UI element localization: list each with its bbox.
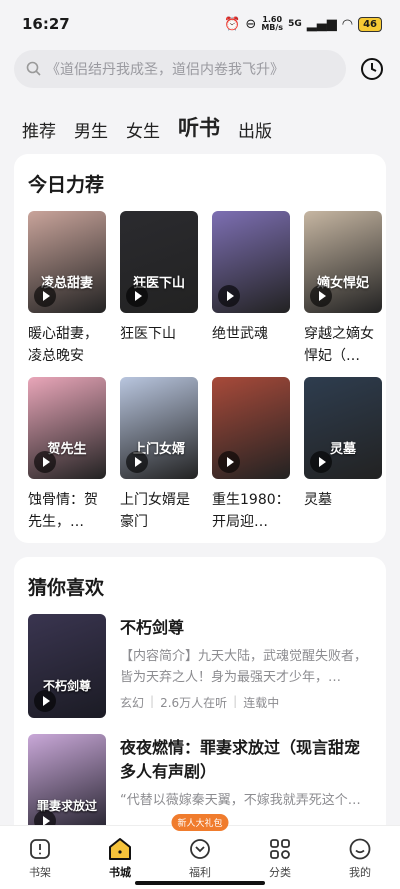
rec-genre: 玄幻 [120,696,145,710]
tab-male[interactable]: 男生 [74,117,108,142]
home-indicator [135,881,265,885]
nav-bookshelf[interactable]: 书架 [10,836,70,880]
rec-status: 连载中 [243,696,280,710]
today-recommend-card: 今日力荐 凌总甜妻 暖心甜妻，凌总晚安 狂医下山 狂医下山 绝世武魂 嫡女悍妃 穿越之嫡女悍… [14,154,386,543]
book-title: 灵墓 [304,492,332,508]
search-row: 《道侣结丹我成圣，道侣内卷我飞升》 [0,48,400,88]
nav-category[interactable]: 分类 [250,836,310,880]
book-item[interactable]: 狂医下山 狂医下山 [120,211,200,367]
status-icons: ⏰ ⊖ 1.60 MB/s 5G ▂▄▆ ◠ 46 [224,16,382,32]
clock-icon [361,58,383,80]
book-title: 上门女婿是豪门 [120,492,190,530]
book-title: 蚀骨情：贺先生，… [28,492,98,530]
book-grid: 凌总甜妻 暖心甜妻，凌总晚安 狂医下山 狂医下山 绝世武魂 嫡女悍妃 穿越之嫡女悍妃（… 贺先… [28,211,382,533]
nav-welfare[interactable]: 新人大礼包 福利 [170,813,230,880]
tab-audiobook[interactable]: 听书 [178,112,220,142]
book-title: 重生1980：开局迎… [212,492,290,530]
book-item[interactable]: 灵墓 灵墓 [304,377,384,533]
rec-title: 不朽剑尊 [120,618,185,637]
rec-listeners: 2.6万人在听 [160,696,228,710]
status-bar: 16:27 ⏰ ⊖ 1.60 MB/s 5G ▂▄▆ ◠ 46 [0,0,400,48]
book-cover[interactable]: 贺先生 [28,377,106,479]
book-item[interactable]: 绝世武魂 [212,211,292,367]
rec-info: 不朽剑尊【内容简介】九天大陆，武魂觉醒失败者，皆为天弃之人！身为最强天才少年，…… [120,614,372,718]
play-icon[interactable] [34,285,56,307]
book-title: 狂医下山 [120,326,176,342]
bookshelf-icon [30,838,50,859]
book-title: 绝世武魂 [212,326,268,342]
guess-card: 猜你喜欢 不朽剑尊 不朽剑尊 【内容简介】九天大陆，武魂觉醒失败者，皆为天弃之人！身… [14,557,386,838]
signal-icon: ▂▄▆ [306,16,337,32]
play-icon[interactable] [310,451,332,473]
book-cover[interactable] [212,377,290,479]
nav-bookstore[interactable]: 书城 [90,836,150,880]
play-icon[interactable] [218,451,240,473]
book-cover[interactable]: 灵墓 [304,377,382,479]
rec-title: 夜夜燃情：罪妻求放过（现言甜宠多人有声剧） [120,738,361,781]
history-button[interactable] [358,55,386,83]
profile-icon [349,838,371,859]
bottom-nav: 书架 书城 新人大礼包 福利 分类 我的 [0,813,400,889]
book-cover[interactable]: 罪妻求放过 [28,734,106,838]
list-item[interactable]: 不朽剑尊 不朽剑尊 【内容简介】九天大陆，武魂觉醒失败者，皆为天弃之人！身为最强天才… [28,614,372,718]
book-item[interactable]: 重生1980：开局迎… [212,377,292,533]
home-icon [109,837,131,860]
book-item[interactable]: 凌总甜妻暖心甜妻，凌总晚安 [28,211,108,367]
play-icon[interactable] [310,285,332,307]
section-title: 猜你喜欢 [28,577,105,599]
tab-female[interactable]: 女生 [126,117,160,142]
book-cover[interactable]: 狂医下山 [120,211,198,313]
play-icon[interactable] [126,451,148,473]
tab-recommend[interactable]: 推荐 [22,117,56,142]
guess-list: 不朽剑尊 不朽剑尊 【内容简介】九天大陆，武魂觉醒失败者，皆为天弃之人！身为最强天才… [28,614,372,838]
gift-badge: 新人大礼包 [171,813,229,831]
search-input[interactable]: 《道侣结丹我成圣，道侣内卷我飞升》 [14,50,346,88]
search-icon [26,61,41,76]
book-cover[interactable]: 凌总甜妻 [28,211,106,313]
wifi-icon: ◠ [341,16,354,32]
status-time: 16:27 [22,15,70,33]
book-item[interactable]: 上门女婿上门女婿是豪门 [120,377,200,533]
play-icon[interactable] [218,285,240,307]
book-cover[interactable]: 上门女婿 [120,377,198,479]
welfare-icon [190,838,210,859]
play-icon[interactable] [34,690,56,712]
book-cover[interactable]: 不朽剑尊 [28,614,106,718]
alarm-icon: ⏰ [224,16,241,32]
signal-label: 5G [288,19,302,29]
book-title: 穿越之嫡女悍妃（… [304,326,374,364]
book-cover[interactable] [212,211,290,313]
grid-icon [270,838,290,859]
search-placeholder: 《道侣结丹我成圣，道侣内卷我飞升》 [46,62,284,78]
rec-info: 夜夜燃情：罪妻求放过（现言甜宠多人有声剧） “代替以薇嫁秦天翼，不嫁我就弄死这个… [120,734,372,838]
network-speed: 1.60 MB/s [261,15,284,32]
dnd-icon: ⊖ [245,16,257,32]
rec-meta: 玄幻 | 2.6万人在听 | 连载中 [120,694,280,710]
nav-profile[interactable]: 我的 [330,836,390,880]
rec-desc: 【内容简介】九天大陆，武魂觉醒失败者，皆为天弃之人！身为最强天才少年，… [120,649,368,685]
book-cover[interactable]: 嫡女悍妃 [304,211,382,313]
play-icon[interactable] [126,285,148,307]
book-item[interactable]: 贺先生蚀骨情：贺先生，… [28,377,108,533]
battery-icon: 46 [358,16,382,32]
section-title: 今日力荐 [28,174,105,196]
play-icon[interactable] [34,451,56,473]
tab-published[interactable]: 出版 [238,117,272,142]
book-title: 暖心甜妻，凌总晚安 [28,326,98,364]
book-item[interactable]: 嫡女悍妃穿越之嫡女悍妃（… [304,211,384,367]
category-tabs: 推荐 男生 女生 听书 出版 [0,88,400,142]
